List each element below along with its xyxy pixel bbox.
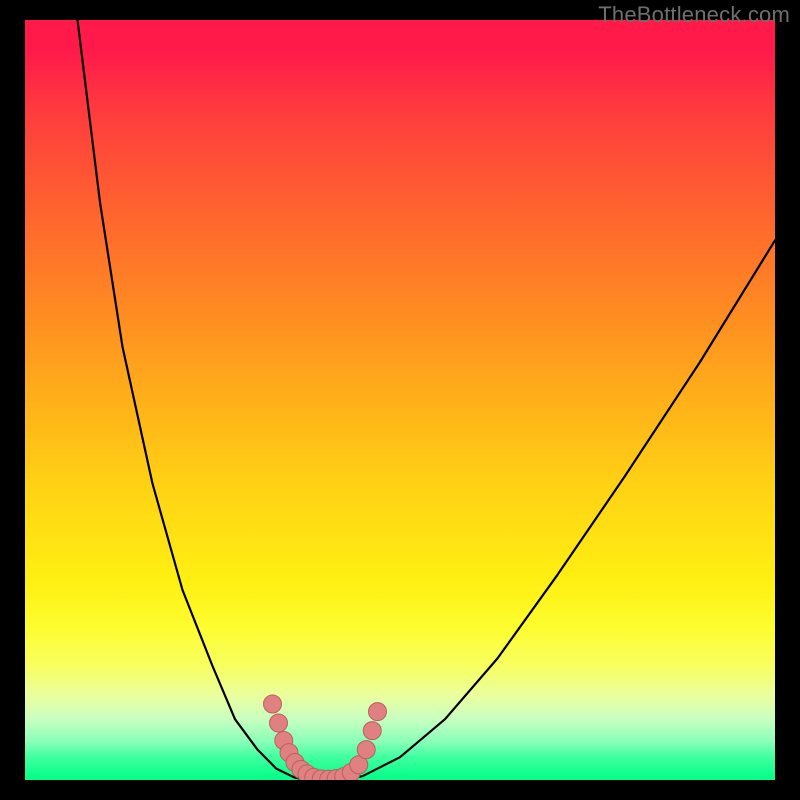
chart-frame: TheBottleneck.com — [0, 0, 800, 800]
series-right-curve — [340, 240, 775, 780]
watermark-text: TheBottleneck.com — [598, 2, 790, 28]
data-marker — [264, 695, 282, 713]
curves-group — [78, 20, 776, 780]
markers-group — [264, 695, 387, 780]
data-marker — [357, 741, 375, 759]
chart-overlay — [25, 20, 775, 780]
data-marker — [369, 703, 387, 721]
plot-area — [25, 20, 775, 780]
data-marker — [270, 714, 288, 732]
data-marker — [363, 722, 381, 740]
series-left-curve — [78, 20, 311, 780]
